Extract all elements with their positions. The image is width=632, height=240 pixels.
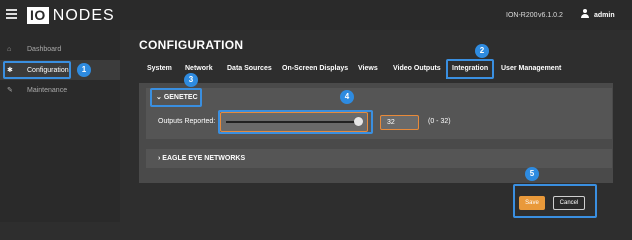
- highlight-integration: [446, 59, 494, 79]
- wrench-icon: ✎: [7, 87, 13, 94]
- eagle-eye-header[interactable]: › EAGLE EYE NETWORKS: [158, 155, 245, 162]
- genetec-section: [146, 88, 612, 139]
- highlight-genetec: [150, 88, 202, 107]
- highlight-slider: [218, 110, 373, 134]
- user-icon[interactable]: [580, 9, 590, 19]
- logo: IO NODES: [27, 7, 115, 24]
- annotation-badge-4: 4: [340, 90, 354, 104]
- tab-views[interactable]: Views: [358, 58, 378, 80]
- annotation-badge-1: 1: [77, 63, 91, 77]
- logo-box: IO: [27, 7, 49, 24]
- annotation-badge-5: 5: [525, 167, 539, 181]
- firmware-version: v6.1.0.2: [538, 12, 563, 19]
- tab-video-outputs[interactable]: Video Outputs: [393, 58, 441, 80]
- tab-on-screen-displays[interactable]: On-Screen Displays: [282, 58, 348, 80]
- menu-icon[interactable]: [6, 9, 17, 19]
- page-title: CONFIGURATION: [139, 38, 244, 52]
- highlight-configuration: [3, 61, 71, 79]
- tab-system[interactable]: System: [147, 58, 172, 80]
- sidebar-item-dashboard[interactable]: ⌂ Dashboard: [0, 39, 120, 59]
- logo-text: NODES: [52, 6, 115, 24]
- sidebar-item-label: Maintenance: [27, 86, 68, 94]
- sidebar: ⌂ Dashboard ✱ Configuration ✎ Maintenanc…: [0, 30, 120, 222]
- home-icon: ⌂: [7, 45, 12, 53]
- eagle-eye-header-label: EAGLE EYE NETWORKS: [162, 155, 246, 162]
- range-hint: (0 - 32): [428, 118, 451, 125]
- tab-user-management[interactable]: User Management: [501, 58, 561, 80]
- highlight-buttons: [513, 184, 597, 218]
- device-model: ION-R200: [506, 12, 538, 19]
- outputs-reported-input[interactable]: 32: [380, 115, 419, 130]
- annotation-badge-3: 3: [184, 73, 198, 87]
- sidebar-item-label: Dashboard: [27, 45, 62, 53]
- sidebar-item-maintenance[interactable]: ✎ Maintenance: [0, 80, 120, 100]
- user-name[interactable]: admin: [594, 12, 615, 19]
- tab-data-sources[interactable]: Data Sources: [227, 58, 272, 80]
- annotation-badge-2: 2: [475, 44, 489, 58]
- outputs-reported-label: Outputs Reported:: [158, 118, 216, 125]
